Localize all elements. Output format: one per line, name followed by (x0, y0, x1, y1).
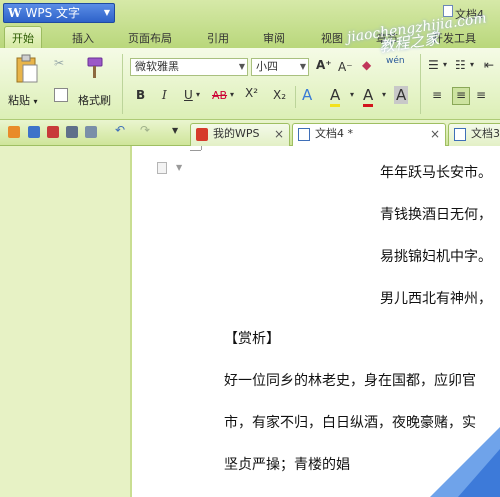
close-icon[interactable]: × (274, 124, 284, 144)
text-line[interactable]: 坚贞严操；青楼的娼 (224, 454, 350, 474)
chevron-down-icon[interactable]: ▾ (350, 90, 354, 99)
document-tab-bar: ↶ ↷ ▼ 我的WPS × 文档4 * × 文档3 (0, 120, 500, 147)
ribbon-toolbar: 粘贴 ▾ ✂ 格式刷 微软雅黑 ▼ 小四 ▼ A⁺ A⁻ ◆ wén B I U… (0, 48, 500, 120)
format-painter-label[interactable]: 格式刷 (78, 92, 111, 108)
text-line[interactable]: 年年跃马长安市。 (380, 162, 492, 182)
ribbon-divider (122, 54, 123, 114)
ribbon-divider (420, 54, 421, 114)
menu-insert[interactable]: 插入 (72, 30, 94, 46)
page-margin-area (0, 146, 132, 497)
customize-toolbar-icon[interactable]: ▼ (172, 126, 178, 135)
subscript-button[interactable]: X₂ (273, 88, 286, 102)
italic-button[interactable]: I (162, 88, 167, 102)
text-line[interactable]: 青钱换酒日无何， (380, 204, 492, 224)
copy-icon[interactable] (54, 88, 68, 102)
menu-review[interactable]: 审阅 (263, 30, 285, 46)
chevron-down-icon: ▼ (238, 62, 245, 71)
corner-decoration (458, 449, 500, 497)
tab-document3[interactable]: 文档3 (448, 123, 500, 146)
clear-format-icon[interactable]: ◆ (362, 58, 371, 72)
align-center-icon[interactable]: ≡ (452, 87, 470, 105)
document-workspace[interactable]: ▼ 年年跃马长安市。 青钱换酒日无何， 易挑锦妇机中字。 男儿西北有神州， 【赏… (0, 146, 500, 497)
character-shading-icon[interactable]: A (394, 86, 409, 104)
app-name: WPS 文字 (25, 6, 81, 20)
format-painter-icon[interactable] (84, 56, 106, 80)
text-line[interactable]: 男儿西北有神州， (380, 288, 492, 308)
chevron-down-icon[interactable]: ▾ (230, 90, 234, 99)
menu-page-layout[interactable]: 页面布局 (128, 30, 172, 46)
redo-icon[interactable]: ↷ (140, 123, 150, 137)
save-icon[interactable] (28, 126, 40, 138)
chevron-down-icon[interactable]: ▾ (443, 60, 447, 69)
tab-label: 我的WPS (213, 127, 260, 140)
app-menu-button[interactable]: W WPS 文字 ▼ (3, 3, 115, 23)
print-icon[interactable] (66, 126, 78, 138)
paragraph-layout-icon[interactable] (157, 162, 167, 174)
numbered-list-icon[interactable]: ☷ (455, 58, 466, 72)
chevron-down-icon[interactable]: ▾ (470, 60, 474, 69)
bold-button[interactable]: B (136, 88, 145, 102)
font-name-select[interactable]: 微软雅黑 ▼ (130, 58, 248, 76)
close-icon[interactable]: × (430, 124, 440, 144)
export-pdf-icon[interactable] (47, 126, 59, 138)
tab-document4[interactable]: 文档4 * × (292, 123, 446, 147)
grow-font-icon[interactable]: A⁺ (316, 58, 332, 72)
paste-icon[interactable] (14, 54, 40, 84)
font-name-value: 微软雅黑 (135, 60, 179, 73)
new-document-icon[interactable] (8, 126, 20, 138)
wps-logo-icon: W (8, 6, 22, 20)
ribbon-divider (295, 86, 296, 108)
crop-mark (201, 146, 202, 150)
tab-label: 文档4 * (315, 127, 353, 140)
font-size-value: 小四 (256, 60, 278, 73)
menu-references[interactable]: 引用 (207, 30, 229, 46)
page-edge (130, 146, 132, 497)
text-line[interactable]: 好一位同乡的林老史，身在国都，应卯官 (224, 370, 476, 390)
chevron-down-icon: ▼ (299, 62, 306, 71)
wps-home-icon (196, 128, 208, 141)
chevron-down-icon: ▼ (103, 8, 110, 17)
document-icon (454, 128, 466, 141)
paste-label: 粘贴 (8, 94, 30, 107)
menu-home[interactable]: 开始 (4, 26, 42, 48)
phonetic-guide-icon[interactable]: wén (386, 56, 405, 66)
bullet-list-icon[interactable]: ☰ (428, 58, 439, 72)
print-preview-icon[interactable] (85, 126, 97, 138)
font-size-select[interactable]: 小四 ▼ (251, 58, 309, 76)
shrink-font-icon[interactable]: A⁻ (338, 60, 353, 74)
section-heading[interactable]: 【赏析】 (224, 328, 280, 348)
paste-button[interactable]: 粘贴 ▾ (8, 92, 38, 108)
highlight-icon[interactable]: A (330, 86, 341, 107)
align-right-icon[interactable]: ≡ (476, 88, 486, 102)
chevron-down-icon[interactable]: ▾ (196, 90, 200, 99)
tab-my-wps[interactable]: 我的WPS × (190, 123, 290, 146)
underline-button[interactable]: U (184, 88, 193, 102)
font-color-icon[interactable]: A (363, 86, 374, 107)
superscript-button[interactable]: X² (245, 86, 258, 100)
document-icon (298, 128, 310, 141)
cut-icon[interactable]: ✂ (54, 56, 64, 70)
chevron-down-icon[interactable]: ▾ (382, 90, 386, 99)
undo-icon[interactable]: ↶ (115, 123, 125, 137)
decrease-indent-icon[interactable]: ⇤ (484, 58, 494, 72)
text-line[interactable]: 易挑锦妇机中字。 (380, 246, 492, 266)
tab-label: 文档3 (471, 127, 500, 140)
chevron-down-icon[interactable]: ▼ (176, 163, 182, 172)
menu-view[interactable]: 视图 (321, 30, 343, 46)
align-left-icon[interactable]: ≡ (432, 88, 442, 102)
crop-mark (190, 150, 201, 151)
strikethrough-button[interactable]: AB (212, 89, 227, 102)
text-effect-icon[interactable]: A (302, 86, 312, 104)
